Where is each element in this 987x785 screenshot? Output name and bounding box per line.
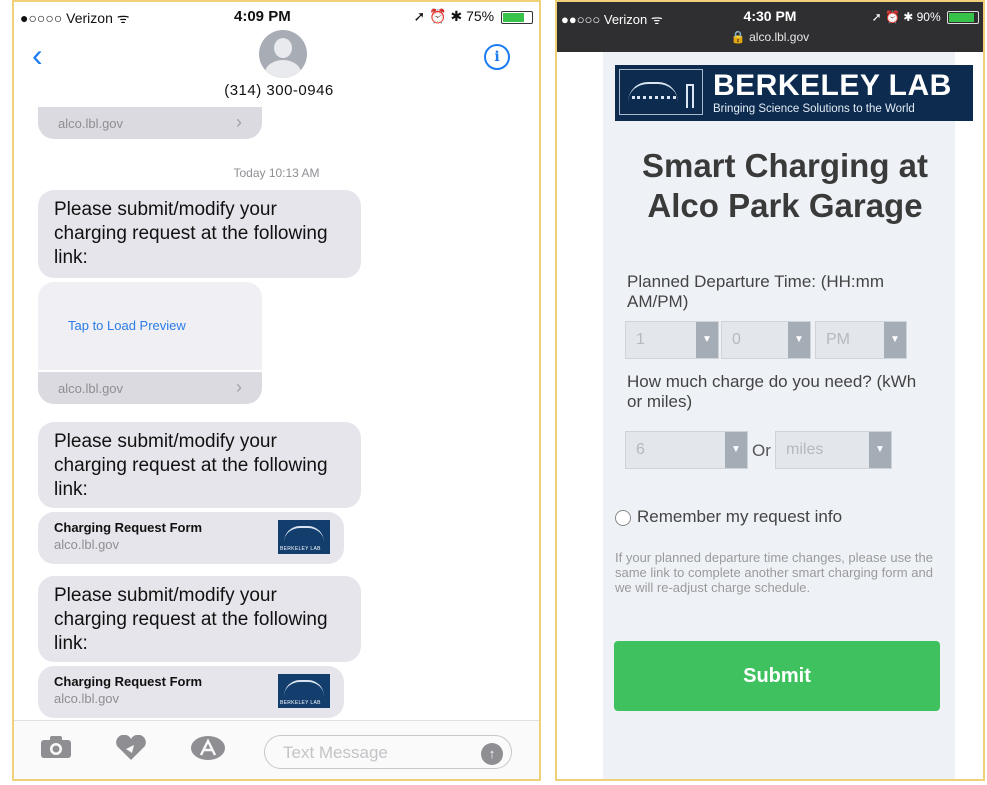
minute-select[interactable]: 0 ▼ <box>721 321 811 359</box>
dropdown-arrow-icon: ▼ <box>696 322 718 358</box>
message-bubble[interactable]: Please submit/modify your charging reque… <box>38 576 361 662</box>
carrier-label: ●○○○○ Verizon ᯤ <box>20 10 130 26</box>
dropdown-arrow-icon: ▼ <box>788 322 810 358</box>
status-icons: ➚ ⏰ ✱ <box>871 10 914 24</box>
clock-label: 4:09 PM <box>234 8 291 25</box>
lab-name: BERKELEY LAB <box>713 69 952 102</box>
charge-unit-select[interactable]: miles ▼ <box>775 431 892 469</box>
imessage-screen: ●○○○○ Verizon ᯤ 4:09 PM ➚ ⏰ ✱ 75% ‹ (314… <box>12 0 541 781</box>
info-icon[interactable]: i <box>484 44 510 70</box>
ampm-select[interactable]: PM ▼ <box>815 321 907 359</box>
hour-value: 1 <box>636 331 645 348</box>
charge-amount-select[interactable]: 6 ▼ <box>625 431 748 469</box>
link-footer[interactable]: alco.lbl.gov › <box>38 372 262 404</box>
battery-icon <box>947 11 979 25</box>
remember-radio[interactable] <box>615 509 631 526</box>
status-bar: ●○○○○ Verizon ᯤ 4:09 PM ➚ ⏰ ✱ 75% <box>14 2 539 30</box>
chevron-right-icon: › <box>236 112 242 132</box>
charge-amount-value: 6 <box>636 441 645 458</box>
battery-icon <box>501 10 533 24</box>
submit-button[interactable]: Submit <box>614 641 940 711</box>
or-label: Or <box>752 441 771 460</box>
safari-screen: ●●○○○ Verizon ᯤ 4:30 PM 🔒 alco.lbl.gov ➚… <box>555 0 985 781</box>
app-store-icon[interactable] <box>190 735 226 768</box>
send-arrow-icon[interactable]: ↑ <box>481 743 503 765</box>
text-message-input[interactable]: Text Message ↑ <box>264 735 512 769</box>
berkeley-lab-logo: BERKELEY LAB <box>278 520 330 554</box>
lab-tagline: Bringing Science Solutions to the World <box>713 103 915 115</box>
camera-icon[interactable] <box>40 735 72 766</box>
status-icons: ➚ ⏰ ✱ <box>413 8 463 24</box>
safari-status-bar: ●●○○○ Verizon ᯤ 4:30 PM 🔒 alco.lbl.gov ➚… <box>557 2 983 52</box>
link-footer[interactable]: alco.lbl.gov › <box>38 107 262 139</box>
link-card[interactable]: Charging Request Form alco.lbl.gov BERKE… <box>38 512 344 564</box>
chevron-right-icon: › <box>236 377 242 397</box>
berkeley-lab-logo: BERKELEY LAB <box>278 674 330 708</box>
link-preview-card[interactable]: Tap to Load Preview <box>38 282 262 370</box>
link-card[interactable]: Charging Request Form alco.lbl.gov BERKE… <box>38 666 344 718</box>
ampm-value: PM <box>826 331 850 348</box>
status-indicators: ➚ ⏰ ✱ 75% <box>414 8 533 25</box>
berkeley-lab-emblem-icon <box>619 69 703 115</box>
status-indicators: ➚ ⏰ ✱ 90% <box>871 10 979 25</box>
minute-value: 0 <box>732 331 741 348</box>
departure-change-notice: If your planned departure time changes, … <box>615 550 933 595</box>
dropdown-arrow-icon: ▼ <box>725 432 747 468</box>
message-bubble[interactable]: Please submit/modify your charging reque… <box>38 190 361 278</box>
charge-unit-value: miles <box>786 441 824 458</box>
dropdown-arrow-icon: ▼ <box>869 432 891 468</box>
message-thread[interactable]: alco.lbl.gov › Today 10:13 AM Please sub… <box>14 102 539 718</box>
hour-select[interactable]: 1 ▼ <box>625 321 719 359</box>
page-title: Smart Charging at Alco Park Garage <box>641 147 929 224</box>
contact-number[interactable]: (314) 300-0946 <box>199 82 359 99</box>
contact-avatar[interactable] <box>259 30 307 78</box>
charge-amount-label: How much charge do you need? (kWh or mil… <box>627 372 917 411</box>
message-timestamp: Today 10:13 AM <box>233 166 320 180</box>
link-domain: alco.lbl.gov <box>58 381 124 396</box>
battery-percent: 90% <box>916 10 941 24</box>
link-domain: alco.lbl.gov <box>58 116 124 131</box>
remember-label: Remember my request info <box>637 507 843 526</box>
message-input-bar: Text Message ↑ <box>14 720 539 779</box>
tap-to-load-preview[interactable]: Tap to Load Preview <box>68 318 186 333</box>
text-message-placeholder: Text Message <box>283 743 388 762</box>
remember-request-option[interactable]: Remember my request info <box>615 507 842 527</box>
battery-percent: 75% <box>466 8 495 24</box>
digital-touch-icon[interactable] <box>114 734 148 768</box>
departure-time-label: Planned Departure Time: (HH:mm AM/PM) <box>627 272 884 311</box>
url-bar[interactable]: 🔒 alco.lbl.gov <box>557 30 983 44</box>
berkeley-lab-banner: BERKELEY LAB Bringing Science Solutions … <box>615 65 973 121</box>
message-bubble[interactable]: Please submit/modify your charging reque… <box>38 422 361 508</box>
back-icon[interactable]: ‹ <box>32 39 43 71</box>
dropdown-arrow-icon: ▼ <box>884 322 906 358</box>
